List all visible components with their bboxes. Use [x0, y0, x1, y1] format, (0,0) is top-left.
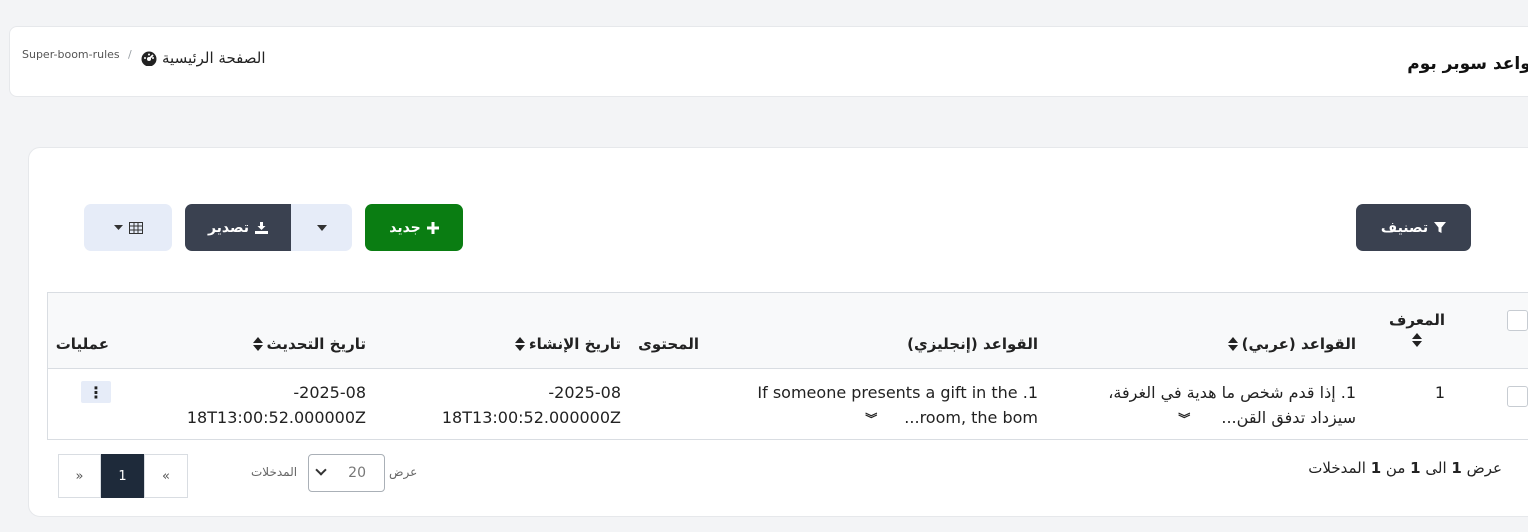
export-button-label: تصدير	[207, 219, 250, 236]
header-card: قواعد سوبر بوم الصفحة الرئيسية / Super-b…	[9, 26, 1528, 97]
pagination-page-1[interactable]: 1	[101, 454, 144, 498]
cell-updated: 2025-08- 18T13:00:52.000000Z	[186, 383, 366, 427]
data-table: المعرف القواعد (عربي) القواعد (إنجليزي) …	[47, 292, 1528, 440]
table-header: المعرف القواعد (عربي) القواعد (إنجليزي) …	[48, 293, 1528, 369]
dashboard-icon	[141, 51, 157, 66]
page-title: قواعد سوبر بوم	[1407, 54, 1528, 74]
cell-rules-en: 1. If someone presents a gift in the roo…	[757, 383, 1038, 427]
cell-created: 2025-08- 18T13:00:52.000000Z	[441, 383, 621, 427]
double-chevron-down-icon[interactable]: ︾	[1178, 412, 1190, 426]
breadcrumb-current: Super-boom-rules	[22, 48, 120, 61]
cell-id: 1	[1434, 383, 1445, 402]
sort-icon	[1227, 336, 1238, 352]
sort-icon	[252, 336, 263, 352]
new-button-label: جديد	[389, 219, 421, 236]
plus-icon	[426, 221, 439, 234]
breadcrumb-home[interactable]: الصفحة الرئيسية	[140, 49, 266, 67]
sort-icon	[514, 336, 525, 352]
column-header-id[interactable]: المعرف	[1389, 311, 1445, 348]
pagination-next[interactable]: »	[58, 454, 101, 498]
page-length-select[interactable]: 20	[308, 454, 385, 492]
row-checkbox[interactable]	[1507, 386, 1528, 407]
cell-rules-ar: 1. إذا قدم شخص ما هدية في الغرفة، سيزداد…	[1108, 383, 1356, 427]
page-length-label: عرض	[389, 465, 418, 479]
filter-button[interactable]: تصنيف	[1356, 204, 1471, 251]
column-header-rules-ar[interactable]: القواعد (عربي)	[1227, 335, 1356, 353]
filter-button-label: تصنيف	[1380, 219, 1429, 236]
chevron-down-icon	[315, 464, 327, 476]
page-length-entries-label: المدخلات	[251, 465, 298, 479]
filter-icon	[1434, 221, 1447, 233]
column-header-actions: عمليات	[55, 335, 109, 353]
breadcrumb-home-label: الصفحة الرئيسية	[162, 49, 266, 67]
column-header-rules-en: القواعد (إنجليزي)	[907, 335, 1038, 353]
caret-down-icon	[113, 225, 123, 230]
select-all-checkbox[interactable]	[1507, 310, 1528, 331]
breadcrumb-separator: /	[128, 48, 132, 61]
double-chevron-down-icon[interactable]: ︾	[865, 412, 877, 426]
pagination-previous[interactable]: «	[144, 454, 188, 498]
sort-icon	[1411, 332, 1422, 348]
more-actions-dropdown[interactable]	[291, 204, 352, 251]
column-visibility-button[interactable]	[84, 204, 172, 251]
column-header-created[interactable]: تاريخ الإنشاء	[514, 335, 621, 353]
caret-down-icon	[316, 224, 327, 231]
column-header-updated[interactable]: تاريخ التحديث	[252, 335, 366, 353]
pagination: » 1 «	[58, 454, 188, 498]
row-actions-menu-icon[interactable]: ⋮	[81, 381, 111, 403]
export-button[interactable]: تصدير	[185, 204, 291, 251]
table-icon	[128, 221, 143, 234]
new-button[interactable]: جديد	[365, 204, 463, 251]
download-icon	[255, 221, 269, 234]
table-info: عرض 1 الى 1 من 1 المدخلات	[1308, 459, 1502, 477]
column-header-content: المحتوى	[638, 335, 699, 353]
